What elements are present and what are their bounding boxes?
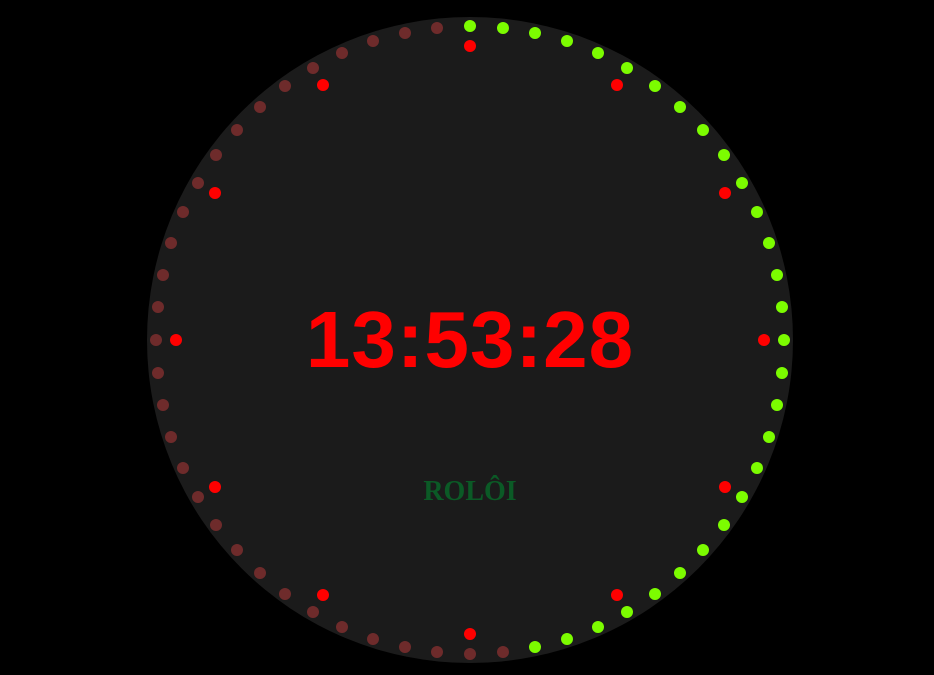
second-dot [674, 100, 687, 113]
hour-marker [464, 40, 476, 52]
second-dot [718, 518, 731, 531]
digital-time: 13:53:28 [305, 295, 635, 384]
second-dot [431, 21, 444, 34]
hour-marker [317, 588, 329, 601]
second-dot [151, 301, 164, 314]
second-dot [366, 632, 379, 645]
hour-marker [718, 187, 731, 199]
second-dot [697, 123, 710, 136]
second-dot [464, 648, 476, 660]
second-dot [735, 177, 748, 189]
second-dot [776, 366, 789, 379]
second-dot [336, 47, 349, 60]
second-dot [735, 491, 748, 503]
second-dot [529, 641, 542, 654]
second-dot [718, 149, 731, 162]
second-dot [230, 123, 243, 136]
second-dot [366, 35, 379, 48]
second-dot [561, 632, 574, 645]
second-dot [648, 79, 661, 92]
second-dot [156, 268, 169, 281]
second-dot [151, 366, 164, 379]
second-dot [253, 100, 266, 113]
second-dot [771, 399, 784, 412]
second-dot [529, 26, 542, 39]
second-dot [192, 177, 205, 189]
hour-marker [317, 79, 329, 92]
second-dot [177, 461, 190, 474]
second-dot [561, 35, 574, 48]
hour-marker [464, 628, 476, 640]
second-dot [762, 236, 775, 249]
second-dot [674, 567, 687, 580]
second-dot [336, 620, 349, 633]
second-dot [496, 646, 509, 659]
hour-marker [611, 588, 623, 601]
hour-marker [209, 481, 222, 493]
second-dot [398, 26, 411, 39]
second-dot [750, 206, 763, 219]
second-dot [156, 399, 169, 412]
second-dot [621, 605, 633, 618]
second-dot [621, 62, 633, 75]
second-dot [279, 79, 292, 92]
second-dot [192, 491, 205, 503]
second-dot [750, 461, 763, 474]
second-dot [591, 47, 604, 60]
hour-marker [611, 79, 623, 92]
second-dot [209, 149, 222, 162]
hour-marker [718, 481, 731, 493]
hour-marker [209, 187, 222, 199]
second-dot [253, 567, 266, 580]
second-dot [279, 588, 292, 601]
second-dot [230, 544, 243, 557]
second-dot [771, 268, 784, 281]
second-dot [209, 518, 222, 531]
second-dot [431, 646, 444, 659]
second-dot [177, 206, 190, 219]
second-dot [165, 431, 178, 444]
second-dot [778, 334, 790, 346]
second-dot [398, 641, 411, 654]
second-dot [591, 620, 604, 633]
second-dot [496, 21, 509, 34]
second-dot [150, 334, 162, 346]
second-dot [464, 20, 476, 32]
second-dot [697, 544, 710, 557]
second-dot [165, 236, 178, 249]
second-dot [307, 605, 319, 618]
second-dot [762, 431, 775, 444]
second-dot [776, 301, 789, 314]
second-dot [307, 62, 319, 75]
second-dot [648, 588, 661, 601]
brand-label: ROLÔI [423, 476, 517, 507]
